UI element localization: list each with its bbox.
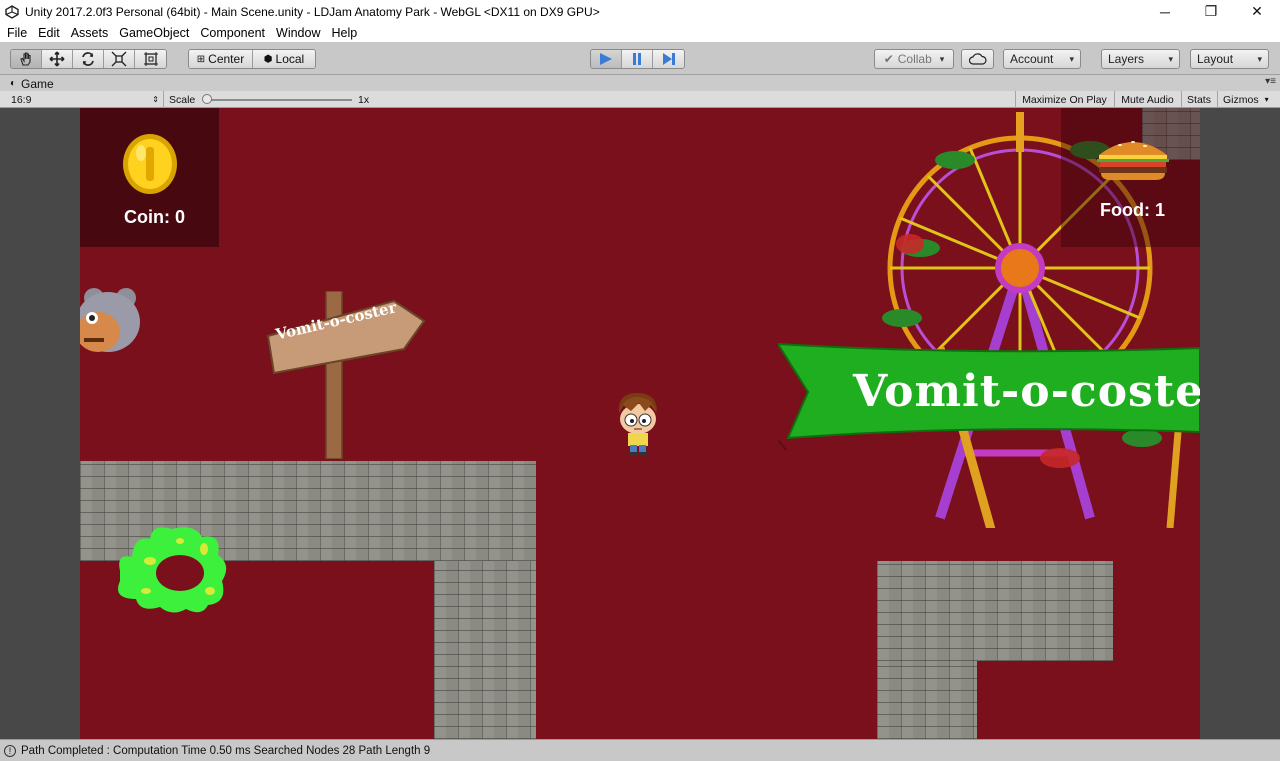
pause-icon[interactable] xyxy=(622,50,653,68)
restore-icon[interactable]: ❐ xyxy=(1188,0,1234,23)
cloud-icon[interactable] xyxy=(961,49,994,69)
mute-audio-toggle[interactable]: Mute Audio xyxy=(1114,91,1180,108)
account-dropdown[interactable]: Account xyxy=(1003,49,1081,69)
coin-counter: Coin: 0 xyxy=(124,207,185,227)
pivot-center-button[interactable]: ⊞ Center xyxy=(189,50,253,68)
scale-value: 1x xyxy=(358,93,370,106)
rat-enemy xyxy=(80,288,140,352)
pivot-toggle-group: ⊞ Center ⬢ Local xyxy=(188,49,316,69)
minimize-icon[interactable]: ─ xyxy=(1142,0,1188,23)
game-viewport[interactable]: Coin: 0 Food: 1 Vomit-o-coster Vomit-o-c… xyxy=(0,108,1280,739)
menu-assets[interactable]: Assets xyxy=(71,26,109,40)
stone-platform-right xyxy=(877,561,1113,661)
aspect-label: 16:9 xyxy=(11,93,32,106)
gizmos-dropdown[interactable]: Gizmos ▾ xyxy=(1217,91,1280,108)
step-icon[interactable] xyxy=(653,50,684,68)
center-icon: ⊞ xyxy=(196,53,206,65)
pivot-local-button[interactable]: ⬢ Local xyxy=(253,50,315,68)
tab-menu-icon[interactable]: ▾≡ xyxy=(1265,76,1276,87)
tab-game-label: Game xyxy=(21,76,54,91)
coin-icon xyxy=(123,134,177,194)
stone-pillar-left xyxy=(434,561,536,739)
scale-label: Scale xyxy=(169,93,196,106)
tab-game[interactable]: ◐ Game xyxy=(4,76,62,91)
close-icon[interactable]: ✕ xyxy=(1234,0,1280,23)
menu-bar: File Edit Assets GameObject Component Wi… xyxy=(0,23,1280,42)
game-canvas[interactable]: Coin: 0 Food: 1 Vomit-o-coster Vomit-o-c… xyxy=(80,108,1200,739)
game-view-toolbar: 16:9 ⇕ Scale 1x Maximize On Play Mute Au… xyxy=(0,91,1280,108)
play-controls xyxy=(590,49,685,69)
pivot-center-label: Center xyxy=(208,52,245,66)
rect-tool-icon[interactable] xyxy=(135,50,166,68)
updown-icon: ⇕ xyxy=(152,95,159,104)
account-label: Account xyxy=(1010,52,1054,66)
pivot-local-label: Local xyxy=(275,52,305,66)
layout-dropdown[interactable]: Layout xyxy=(1190,49,1269,69)
game-controller-icon: ◐ xyxy=(10,78,17,89)
rotate-icon[interactable] xyxy=(73,50,104,68)
aspect-dropdown[interactable]: 16:9 ⇕ xyxy=(0,91,164,108)
layers-dropdown[interactable]: Layers xyxy=(1101,49,1180,69)
status-bar: ! Path Completed : Computation Time 0.50… xyxy=(0,739,1280,761)
food-counter: Food: 1 xyxy=(1100,200,1165,220)
menu-file[interactable]: File xyxy=(7,26,27,40)
collab-label: Collab xyxy=(897,52,932,66)
menu-help[interactable]: Help xyxy=(331,26,357,40)
check-icon: ✔ xyxy=(883,52,894,66)
gizmos-label: Gizmos xyxy=(1223,93,1259,106)
move-icon[interactable] xyxy=(42,50,73,68)
stats-toggle[interactable]: Stats xyxy=(1181,91,1216,108)
menu-window[interactable]: Window xyxy=(276,26,320,40)
window-title: Unity 2017.2.0f3 Personal (64bit) - Main… xyxy=(25,4,600,19)
menu-gameobject[interactable]: GameObject xyxy=(119,26,189,40)
burger-icon xyxy=(1097,141,1169,180)
ride-banner-text: Vomit-o-coste xyxy=(853,366,1200,417)
menu-component[interactable]: Component xyxy=(200,26,265,40)
scale-slider-handle[interactable] xyxy=(202,94,212,104)
title-bar: Unity 2017.2.0f3 Personal (64bit) - Main… xyxy=(0,0,1280,23)
slime-splat xyxy=(118,527,227,613)
maximize-on-play-toggle[interactable]: Maximize On Play xyxy=(1015,91,1113,108)
stone-pillar-right xyxy=(877,661,977,739)
status-message[interactable]: Path Completed : Computation Time 0.50 m… xyxy=(21,745,430,757)
collab-button[interactable]: ✔ Collab xyxy=(874,49,954,69)
hand-icon[interactable] xyxy=(11,50,42,68)
scale-icon[interactable] xyxy=(104,50,135,68)
main-toolbar: ⊞Center ⬢Local ✔Collab Account Layers La… xyxy=(0,42,1280,75)
scale-slider-track[interactable] xyxy=(206,99,352,101)
menu-edit[interactable]: Edit xyxy=(38,26,60,40)
local-icon: ⬢ xyxy=(263,53,273,65)
tab-strip: ◐ Game ▾≡ xyxy=(0,75,1280,91)
layers-label: Layers xyxy=(1108,52,1145,66)
layout-label: Layout xyxy=(1197,52,1234,66)
play-icon[interactable] xyxy=(591,50,622,68)
info-icon: ! xyxy=(4,744,16,757)
unity-logo-icon xyxy=(5,4,19,19)
chevron-down-icon: ▾ xyxy=(1264,95,1269,104)
player-character[interactable] xyxy=(613,391,663,457)
transform-tools xyxy=(10,49,167,69)
